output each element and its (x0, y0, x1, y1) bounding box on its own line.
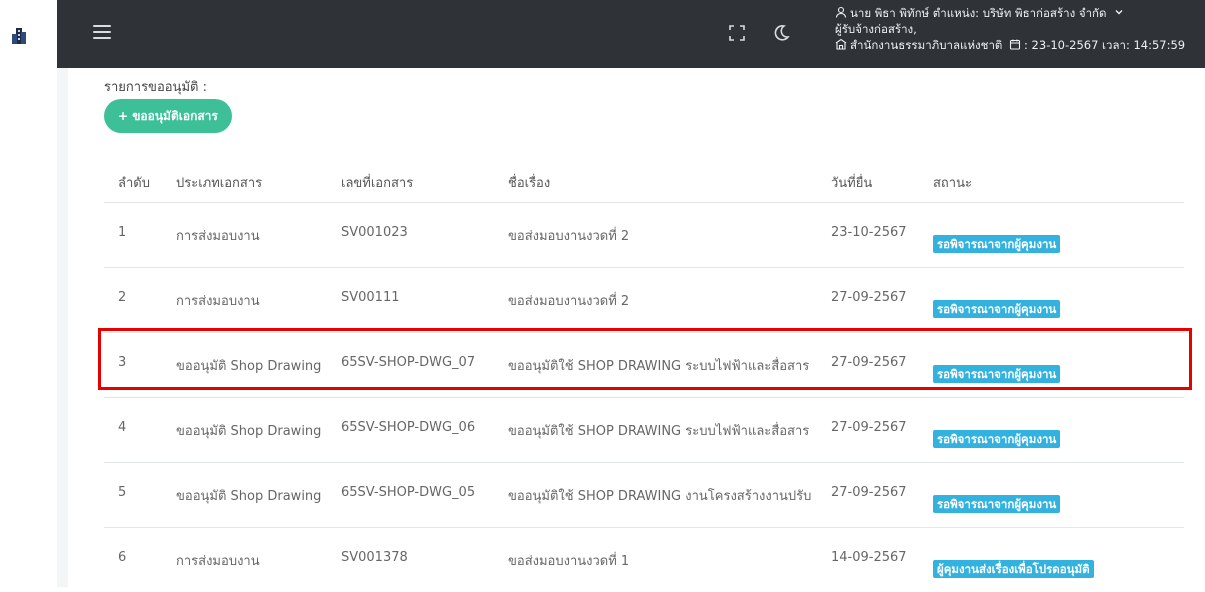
cell-doc-type: ขออนุมัติ Shop Drawing (176, 359, 322, 374)
moon-icon[interactable] (772, 24, 790, 42)
cell-submit-date: 23-10-2567 (831, 225, 907, 240)
table-row[interactable]: 5 ขออนุมัติ Shop Drawing 65SV-SHOP-DWG_0… (104, 463, 1184, 528)
header-subject: ชื่อเรื่อง (508, 176, 551, 191)
cell-doc-number: 65SV-SHOP-DWG_06 (341, 420, 476, 435)
cell-submit-date: 27-09-2567 (831, 485, 907, 500)
cell-doc-type: การส่งมอบงาน (176, 554, 260, 569)
cell-order: 3 (118, 355, 127, 370)
table-row[interactable]: 3 ขออนุมัติ Shop Drawing 65SV-SHOP-DWG_0… (104, 333, 1184, 398)
status-badge: รอพิจารณาจากผู้คุมงาน (933, 365, 1061, 383)
cell-doc-number: SV001378 (341, 550, 408, 565)
hamburger-menu-icon[interactable] (93, 25, 111, 39)
user-name-position: นาย พิธา พิทักษ์ ตำแหน่ง: บริษัท พิธาก่อ… (850, 6, 1107, 20)
table-row[interactable]: 4 ขออนุมัติ Shop Drawing 65SV-SHOP-DWG_0… (104, 398, 1184, 463)
status-badge: รอพิจารณาจากผู้คุมงาน (933, 495, 1061, 513)
cell-submit-date: 27-09-2567 (831, 355, 907, 370)
cell-subject: ขออนุมัติใช้ SHOP DRAWING ระบบไฟฟ้าและสื… (508, 359, 810, 374)
cell-doc-number: 65SV-SHOP-DWG_05 (341, 485, 476, 500)
table-row[interactable]: 1 การส่งมอบงาน SV001023 ขอส่งมอบงานงวดที… (104, 203, 1184, 268)
main-content: รายการขออนุมัติ : + ขออนุมัติเอกสาร ลำดั… (68, 68, 1205, 587)
header-doc-type: ประเภทเอกสาร (176, 176, 263, 191)
cell-submit-date: 14-09-2567 (831, 550, 907, 565)
table-header: ลำดับ ประเภทเอกสาร เลขที่เอกสาร ชื่อเรื่… (104, 160, 1184, 203)
cell-submit-date: 27-09-2567 (831, 290, 907, 305)
user-organization: สำนักงานธรรมาภิบาลแห่งชาติ (850, 38, 1003, 52)
cell-doc-number: SV001023 (341, 225, 408, 240)
cell-doc-type: การส่งมอบงาน (176, 229, 260, 244)
cell-subject: ขอส่งมอบงานงวดที่ 2 (508, 294, 630, 309)
table-row[interactable]: 6 การส่งมอบงาน SV001378 ขอส่งมอบงานงวดที… (104, 528, 1184, 592)
header-status: สถานะ (933, 176, 972, 191)
header-order: ลำดับ (118, 176, 150, 191)
cell-doc-number: SV00111 (341, 290, 400, 305)
cell-subject: ขอส่งมอบงานงวดที่ 2 (508, 229, 630, 244)
approval-table: ลำดับ ประเภทเอกสาร เลขที่เอกสาร ชื่อเรื่… (104, 160, 1184, 592)
building-logo-icon[interactable] (11, 27, 27, 45)
user-icon (835, 6, 847, 18)
header-submit-date: วันที่ยื่น (831, 176, 873, 191)
cell-subject: ขอส่งมอบงานงวดที่ 1 (508, 554, 630, 569)
chevron-down-icon[interactable] (1113, 6, 1125, 18)
fullscreen-icon[interactable] (729, 25, 745, 41)
cell-order: 1 (118, 225, 127, 240)
side-rail (0, 0, 57, 587)
cell-submit-date: 27-09-2567 (831, 420, 907, 435)
cell-order: 6 (118, 550, 127, 565)
cell-order: 4 (118, 420, 127, 435)
page-gutter (57, 0, 68, 587)
current-datetime: : 23-10-2567 เวลา: 14:57:59 (1024, 38, 1186, 52)
status-badge: ผู้คุมงานส่งเรื่องเพื่อโปรดอนุมัติ (933, 560, 1094, 578)
building-icon (835, 38, 847, 50)
cell-doc-number: 65SV-SHOP-DWG_07 (341, 355, 476, 370)
cell-doc-type: ขออนุมัติ Shop Drawing (176, 489, 322, 504)
status-badge: รอพิจารณาจากผู้คุมงาน (933, 235, 1061, 253)
top-navbar: นาย พิธา พิทักษ์ ตำแหน่ง: บริษัท พิธาก่อ… (57, 0, 1205, 68)
calendar-icon (1009, 39, 1021, 50)
cell-doc-type: การส่งมอบงาน (176, 294, 260, 309)
cell-subject: ขออนุมัติใช้ SHOP DRAWING ระบบไฟฟ้าและสื… (508, 424, 810, 439)
table-row[interactable]: 2 การส่งมอบงาน SV00111 ขอส่งมอบงานงวดที่… (104, 268, 1184, 333)
cell-order: 5 (118, 485, 127, 500)
status-badge: รอพิจารณาจากผู้คุมงาน (933, 430, 1061, 448)
user-info[interactable]: นาย พิธา พิทักษ์ ตำแหน่ง: บริษัท พิธาก่อ… (835, 5, 1185, 53)
add-document-request-button[interactable]: + ขออนุมัติเอกสาร (104, 99, 232, 133)
cell-doc-type: ขออนุมัติ Shop Drawing (176, 424, 322, 439)
header-doc-number: เลขที่เอกสาร (341, 176, 414, 191)
list-title: รายการขออนุมัติ : (104, 80, 207, 95)
user-role: ผู้รับจ้างก่อสร้าง, (835, 22, 917, 36)
status-badge: รอพิจารณาจากผู้คุมงาน (933, 300, 1061, 318)
cell-subject: ขออนุมัติใช้ SHOP DRAWING งานโครงสร้างงา… (508, 489, 812, 504)
cell-order: 2 (118, 290, 127, 305)
